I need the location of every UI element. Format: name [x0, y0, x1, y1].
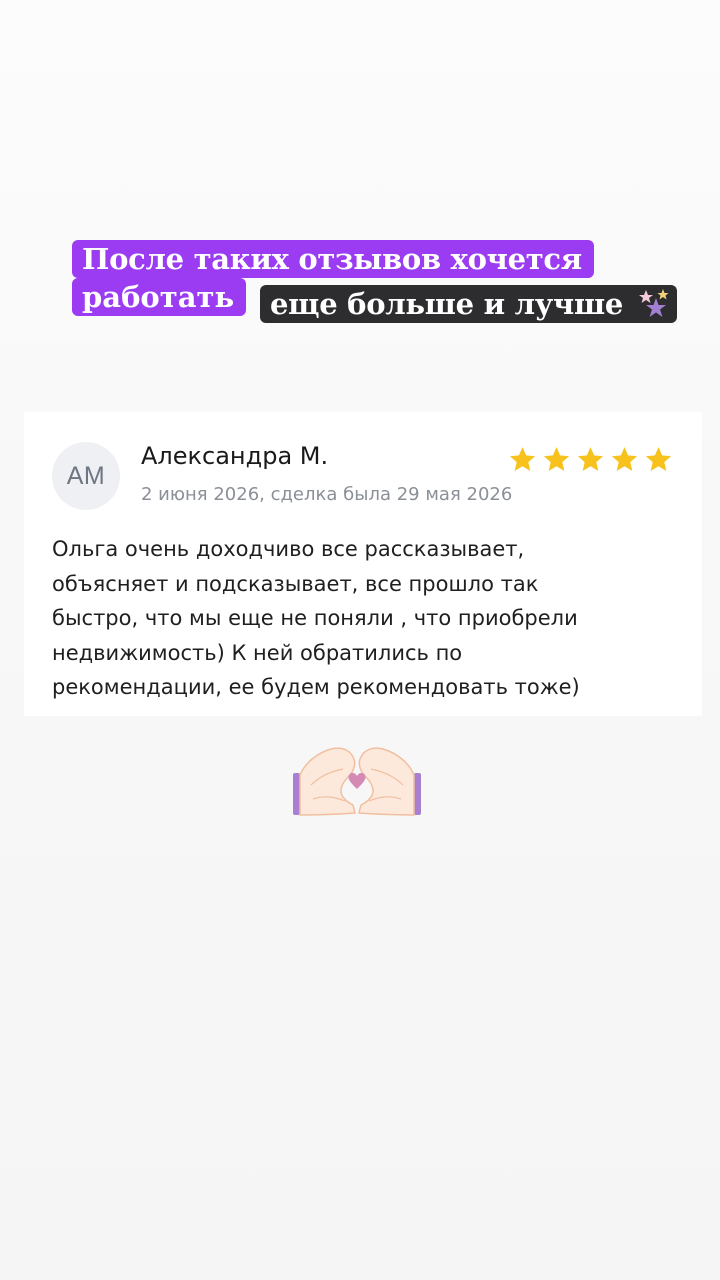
review-author: Александра М.	[141, 442, 329, 470]
review-date: 2 июня 2026, сделка была 29 мая 2026	[141, 484, 513, 505]
rating-stars	[508, 445, 673, 474]
sparkles-icon	[638, 289, 669, 317]
review-card: АМ Александра М. 2 июня 2026, сделка был…	[24, 412, 702, 716]
story-headline: После таких отзывов хочется работать еще…	[72, 240, 692, 330]
star-icon	[577, 447, 604, 471]
headline-line-2-dark-text: еще больше и лучше	[270, 287, 623, 321]
headline-line-2-purple: работать	[72, 278, 247, 316]
headline-line-2-dark: еще больше и лучше	[260, 285, 677, 323]
star-icon	[611, 447, 638, 471]
star-icon	[509, 447, 536, 471]
star-icon	[645, 447, 672, 471]
heart-hands-icon	[293, 747, 421, 816]
avatar: АМ	[52, 442, 120, 510]
review-text: Ольга очень доходчиво все рассказывает, …	[52, 537, 580, 699]
headline-line-1: После таких отзывов хочется	[72, 240, 594, 278]
star-icon	[543, 447, 570, 471]
